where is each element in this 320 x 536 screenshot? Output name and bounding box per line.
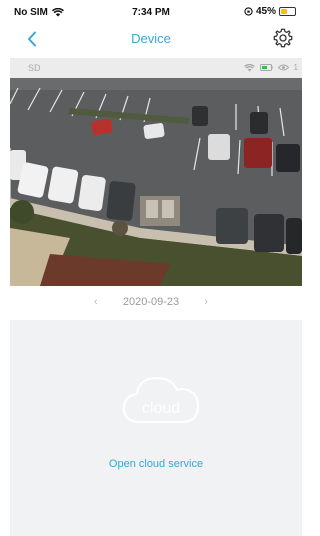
eye-icon (277, 64, 289, 71)
orientation-lock-icon (244, 7, 253, 16)
camera-feed-image (10, 78, 302, 286)
viewer-count: 1 (293, 63, 298, 72)
video-toolbar: SD 1 (10, 58, 302, 78)
cloud-icon: cloud (122, 376, 200, 423)
page-title: Device (131, 31, 171, 46)
open-cloud-service-link[interactable]: Open cloud service (10, 458, 302, 470)
camera-battery-icon (259, 64, 273, 71)
cloud-icon-label: cloud (142, 400, 180, 417)
nav-bar: Device (0, 24, 302, 54)
battery-icon (279, 7, 296, 16)
status-bar: No SIM 7:34 PM 45% (0, 0, 302, 24)
video-status-icons: 1 (243, 63, 298, 72)
cloud-service-panel: cloud Open cloud service (10, 320, 302, 536)
previous-day-button[interactable]: ‹ (87, 296, 105, 308)
battery-percent: 45% (255, 6, 276, 17)
gear-icon (273, 28, 293, 48)
date-navigator: ‹ 2020-09-23 › (0, 291, 302, 313)
settings-button[interactable] (272, 27, 294, 49)
status-right: 45% (244, 6, 296, 17)
quality-toggle[interactable]: SD (28, 63, 41, 73)
current-date: 2020-09-23 (122, 296, 180, 308)
next-day-button[interactable]: › (197, 296, 215, 308)
wifi-signal-icon (243, 63, 255, 72)
battery-level (281, 9, 287, 14)
live-video-panel[interactable]: SD 1 (10, 58, 302, 286)
